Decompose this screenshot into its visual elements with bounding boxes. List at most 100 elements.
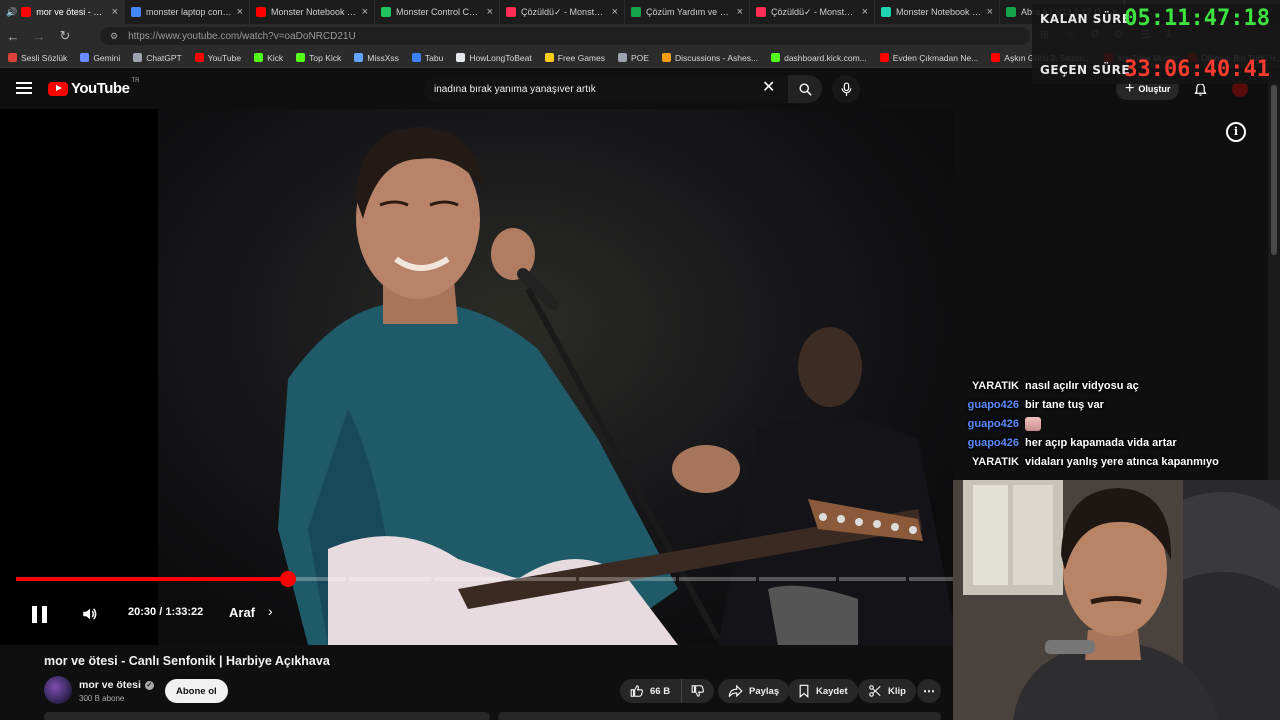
chapter-segment[interactable] [349,577,431,581]
bookmark-label: HowLongToBeat [469,52,532,63]
browser-tab[interactable]: Monster Notebook Türk × [250,0,375,24]
browser-tab[interactable]: Çözüldü✓ - Monster La × [500,0,625,24]
tab-favicon-icon [21,7,32,17]
chat-text: vidaları yanlış yere atınca kapanmıyo [1025,455,1219,468]
bookmark-item[interactable]: HowLongToBeat [456,52,532,63]
bookmark-item[interactable]: MissXss [354,53,399,63]
chapter-segment[interactable] [759,577,836,581]
bell-icon[interactable] [1193,82,1208,102]
bookmark-favicon-icon [544,53,554,62]
tab-audio-icon[interactable]: 🔊 [6,7,17,18]
webcam-feed [953,480,1280,720]
bookmark-item[interactable]: Discussions - Ashes... [661,53,758,63]
channel-avatar[interactable] [44,676,72,704]
scrollbar-thumb[interactable] [1271,85,1277,255]
tab-favicon-icon [506,7,516,17]
search-icon [799,83,812,96]
tab-close-icon[interactable]: × [987,6,993,18]
like-count: 66 B [650,685,671,697]
youtube-logo-text: YouTube [71,80,130,97]
chapter-segment[interactable] [434,577,501,581]
clip-button[interactable]: Klip [858,679,916,703]
chapter-segment[interactable] [679,577,756,581]
save-label: Kaydet [816,685,848,697]
chapter-segment[interactable] [579,577,676,581]
bookmark-item[interactable]: Sesli Sözlük [8,53,67,63]
clear-search-icon[interactable]: ✕ [762,80,775,96]
chapter-segment[interactable] [504,577,576,581]
search-button[interactable] [788,75,822,103]
comments-preview[interactable] [498,712,941,720]
elapsed-value: 33:06:40:41 [1124,57,1270,82]
bookmark-label: Top Kick [309,52,342,63]
tab-close-icon[interactable]: × [362,6,368,18]
browser-tab[interactable]: 🔊 mor ve ötesi - Canlı × [0,0,125,24]
elapsed-label: GEÇEN SÜRE [1040,63,1131,77]
forward-button[interactable]: → [26,29,52,44]
tab-favicon-icon [131,7,141,17]
save-button[interactable]: Kaydet [788,679,858,703]
site-info-icon[interactable]: ⚙ [110,31,118,42]
subscribe-button[interactable]: Abone ol [165,679,228,703]
chat-message: YARATIK vidaları yanlış yere atınca kapan… [960,452,1260,471]
bookmark-item[interactable]: Gemini [80,53,120,63]
bookmark-item[interactable]: POE [618,53,649,63]
chevron-right-icon[interactable]: › [268,603,273,619]
channel-name[interactable]: mor ve ötesi ✓ [79,679,154,691]
tab-close-icon[interactable]: × [862,6,868,18]
tab-title: Monster Notebook Fan [896,7,983,17]
tab-close-icon[interactable]: × [737,6,743,18]
tab-close-icon[interactable]: × [612,6,618,18]
video-title: mor ve ötesi - Canlı Senfonik | Harbiye … [44,654,330,668]
clip-label: Klip [888,685,906,697]
search-input[interactable]: inadına bırak yanıma yanaşıver artık [424,75,788,103]
info-icon[interactable]: i [1226,122,1246,142]
voice-search-button[interactable] [832,75,860,103]
back-button[interactable]: ← [0,29,26,44]
pause-icon[interactable] [32,606,48,624]
scissors-icon [868,684,882,698]
browser-tab[interactable]: Çözüldü✓ - Monster Ab × [750,0,875,24]
video-player[interactable]: 20:30 / 1:33:22 Araf › [0,109,953,645]
browser-tab[interactable]: monster laptop control × [125,0,250,24]
address-bar[interactable]: ⚙ https://www.youtube.com/watch?v=oaDoNR… [100,27,1030,45]
dislike-button[interactable] [682,684,714,698]
chapter-title[interactable]: Araf [229,605,255,620]
bookmark-favicon-icon [411,53,421,62]
video-frame [158,109,953,645]
more-icon[interactable]: ⋯ [917,679,941,703]
bookmark-item[interactable]: Tabu [411,53,443,63]
bookmark-item[interactable]: YouTube [194,53,241,63]
bookmark-item[interactable]: dashboard.kick.com... [771,53,867,63]
bookmark-icon [798,684,810,698]
chat-emote-icon [1025,416,1041,431]
chapter-segment[interactable] [839,577,906,581]
bookmark-item[interactable]: ChatGPT [133,53,182,63]
reload-button[interactable]: ↻ [52,28,78,44]
like-button[interactable]: 66 B [620,679,682,703]
browser-tab[interactable]: Monster Control Center × [375,0,500,24]
chat-message: guapo426 her açıp kapamada vida artar [960,433,1260,452]
time-display: 20:30 / 1:33:22 [128,606,203,618]
scrubber-handle[interactable] [280,571,296,587]
youtube-logo[interactable]: YouTube TR [48,78,139,97]
browser-tab[interactable]: Monster Notebook Fan × [875,0,1000,24]
bookmark-item[interactable]: Free Games [544,53,605,63]
tab-favicon-icon [1006,7,1016,17]
bookmark-item[interactable]: Kick [254,53,283,63]
search-query: inadına bırak yanıma yanaşıver artık [434,83,596,95]
chat-text: her açıp kapamada vida artar [1025,436,1177,449]
video-progress-bar[interactable] [16,571,953,587]
bookmark-favicon-icon [80,53,90,62]
tab-close-icon[interactable]: × [112,6,118,18]
volume-icon[interactable] [81,605,99,628]
browser-tab[interactable]: Çözüm Yardım ve Deste × [625,0,750,24]
bookmark-item[interactable]: Evden Çıkmadan Ne... [879,53,978,63]
menu-icon[interactable] [16,82,32,96]
tab-close-icon[interactable]: × [237,6,243,18]
description-box[interactable] [44,712,490,720]
chapter-segment[interactable] [909,577,953,581]
tab-close-icon[interactable]: × [487,6,493,18]
share-button[interactable]: Paylaş [718,679,790,703]
bookmark-item[interactable]: Top Kick [296,53,341,63]
